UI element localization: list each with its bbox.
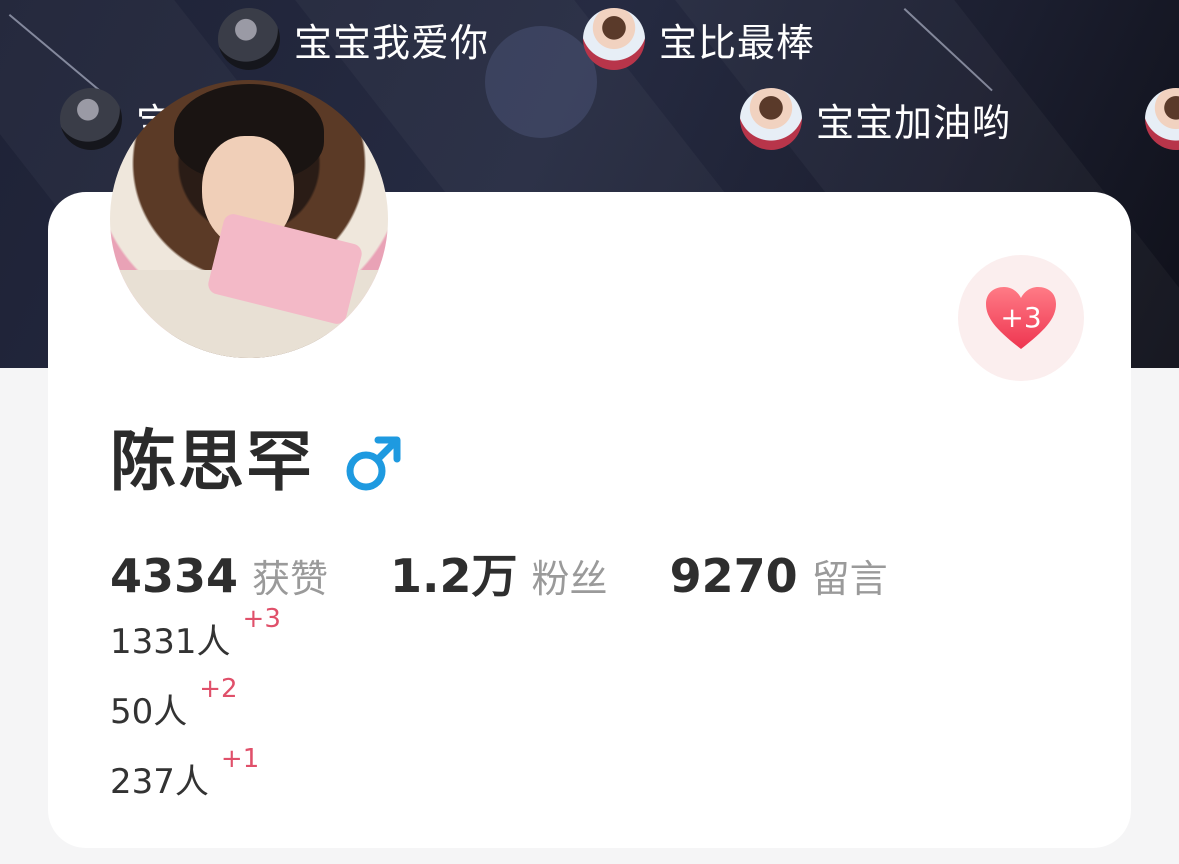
stat-value: 4334 bbox=[110, 549, 239, 603]
barrage-item bbox=[1145, 88, 1179, 150]
list-count: 237人 bbox=[110, 762, 209, 802]
stat-messages[interactable]: 9270 留言 bbox=[670, 548, 888, 603]
barrage-text: 宝宝我爱你 bbox=[294, 20, 490, 65]
barrage-item: 宝比最棒 bbox=[583, 8, 815, 70]
list-count: 1331人 bbox=[110, 622, 231, 662]
barrage-avatar bbox=[218, 8, 280, 70]
list-delta: +1 bbox=[220, 744, 260, 774]
barrage-text: 宝宝加油哟 bbox=[816, 100, 1012, 145]
like-count: +3 bbox=[1000, 300, 1042, 334]
name-row: 陈思罕 bbox=[110, 420, 402, 504]
barrage-avatar bbox=[1145, 88, 1179, 150]
barrage-avatar bbox=[583, 8, 645, 70]
list-delta: +3 bbox=[242, 604, 281, 634]
male-icon bbox=[346, 436, 401, 491]
banner-blob bbox=[485, 26, 597, 138]
stats-row: 4334 获赞 1.2万 粉丝 9270 留言 bbox=[110, 540, 950, 606]
barrage-item: 宝宝我爱你 bbox=[218, 8, 489, 70]
profile-name: 陈思罕 bbox=[110, 423, 314, 500]
barrage-avatar bbox=[60, 88, 122, 150]
stat-label: 留言 bbox=[811, 557, 888, 601]
stat-value: 1.2万 bbox=[390, 549, 518, 603]
stat-likes[interactable]: 4334 获赞 bbox=[110, 548, 328, 603]
stat-label: 获赞 bbox=[252, 557, 329, 601]
like-button[interactable]: +3 bbox=[958, 255, 1084, 381]
list-item: 50人 +2 bbox=[110, 674, 238, 733]
barrage-item: 宝宝加油哟 bbox=[740, 88, 1011, 150]
profile-avatar[interactable] bbox=[110, 80, 388, 358]
stat-fans[interactable]: 1.2万 粉丝 bbox=[390, 540, 608, 606]
stat-value: 9270 bbox=[669, 549, 798, 603]
stat-label: 粉丝 bbox=[531, 557, 608, 601]
barrage-text: 宝比最棒 bbox=[659, 20, 816, 65]
list-item: 237人 +1 bbox=[110, 744, 259, 803]
list-count: 50人 bbox=[110, 692, 188, 732]
list-delta: +2 bbox=[199, 674, 238, 704]
list-item: 1331人 +3 bbox=[110, 604, 281, 663]
barrage-avatar bbox=[740, 88, 802, 150]
